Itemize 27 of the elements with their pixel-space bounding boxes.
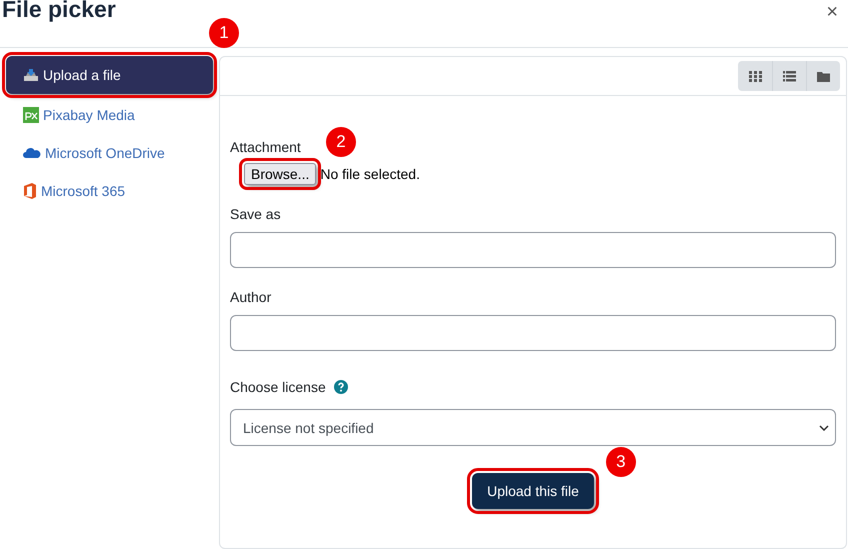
callout-badge: 2 — [326, 127, 356, 157]
cloud-icon — [23, 147, 41, 159]
field-label: Attachment — [230, 139, 301, 155]
text-input[interactable] — [230, 232, 836, 268]
license-select[interactable]: License not specified — [230, 409, 836, 446]
close-button[interactable]: × — [826, 1, 838, 24]
source-item[interactable]: Pixabay Media — [6, 96, 213, 134]
callout-badge: 1 — [209, 18, 239, 48]
folder-icon — [817, 70, 830, 82]
dialog-title: File picker — [2, 0, 116, 23]
office-logo-icon — [23, 183, 37, 199]
text-input[interactable] — [230, 315, 836, 351]
px-logo-icon — [23, 107, 39, 123]
file-status: No file selected. — [320, 166, 420, 182]
list-icon — [783, 70, 796, 82]
source-item[interactable]: Microsoft OneDrive — [6, 134, 213, 172]
upload-submit-button[interactable]: Upload this file — [472, 473, 594, 509]
help-icon — [334, 380, 348, 394]
field-label: Save as — [230, 206, 282, 222]
source-item[interactable]: Microsoft 365 — [6, 172, 213, 210]
callout-badge: 3 — [606, 447, 636, 477]
field-label: Author — [230, 289, 272, 305]
source-item[interactable]: Upload a file — [6, 56, 213, 94]
field-label: Choose license — [230, 379, 326, 395]
grid-icon — [748, 70, 762, 82]
upload-tray-icon — [23, 68, 39, 82]
chevron-down-icon — [819, 424, 829, 430]
